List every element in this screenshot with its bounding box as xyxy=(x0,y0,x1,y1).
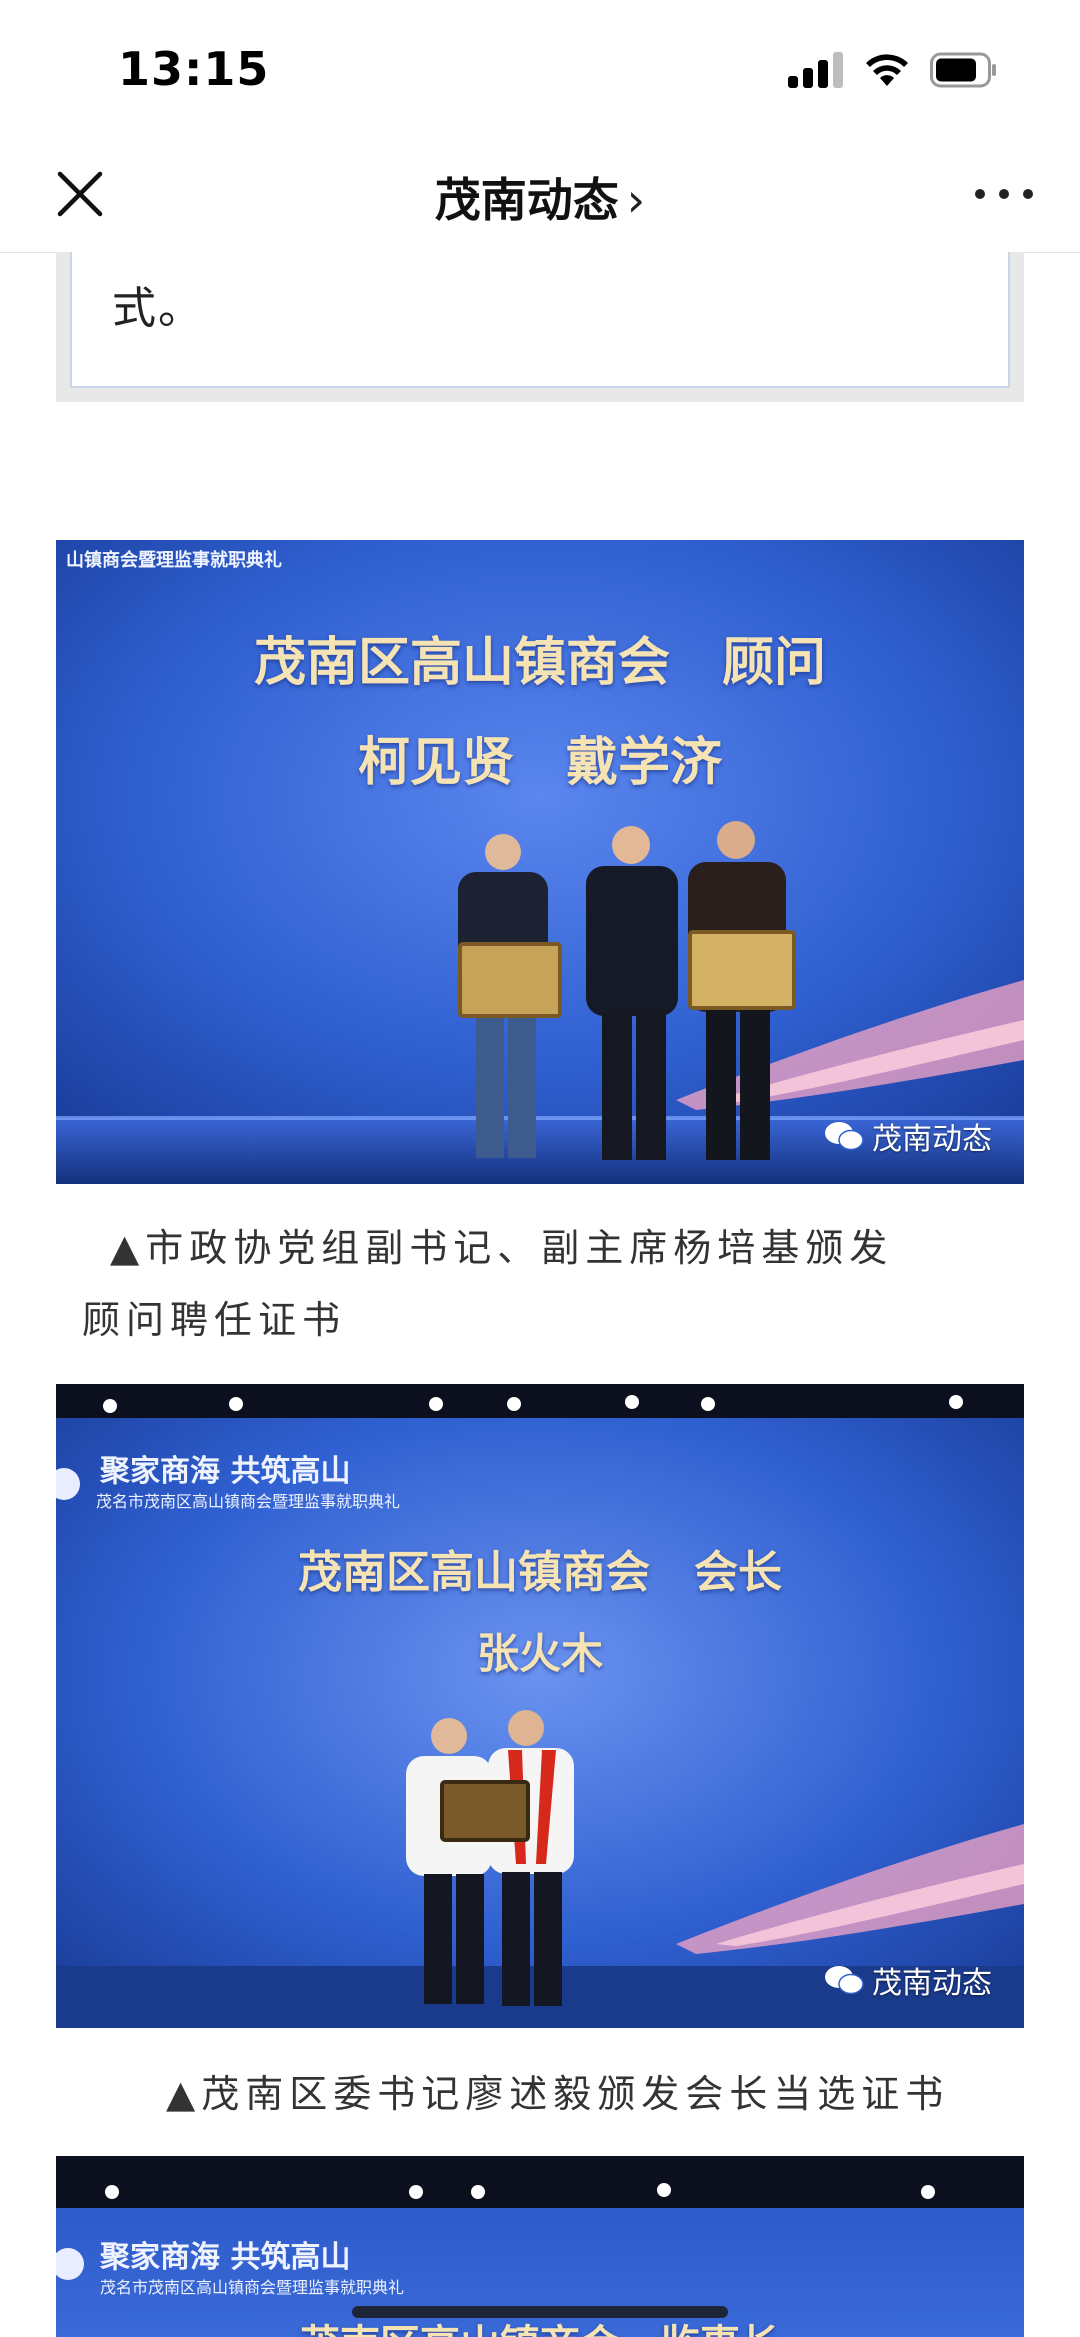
caption-2: ▲茂南区委书记廖述毅颁发会长当选证书 xyxy=(166,2072,950,2116)
watermark: 茂南动态 xyxy=(824,1114,992,1158)
wechat-icon xyxy=(825,1122,864,1151)
stage-title: 茂南区高山镇商会 顾问 xyxy=(253,632,826,693)
wifi-icon xyxy=(866,54,908,86)
photo-president-award[interactable]: 聚家商海 共筑高山 茂名市茂南区高山镇商会暨理监事就职典礼 茂南区高山镇商会 会… xyxy=(56,1384,1024,2028)
status-time: 13:15 xyxy=(118,42,270,96)
account-name[interactable]: 茂南动态 xyxy=(435,173,619,227)
battery-icon xyxy=(930,52,996,88)
banner-small-text: 茂名市茂南区高山镇商会暨理监事就职典礼 xyxy=(100,2278,405,2297)
watermark-text: 茂南动态 xyxy=(872,1122,992,1157)
stage-names: 张火木 xyxy=(476,1629,603,1678)
status-bar: 13:15 xyxy=(0,0,1080,140)
stage-names: 柯见贤 戴学济 xyxy=(357,732,722,793)
nav-bar: 茂南动态 › xyxy=(0,140,1080,253)
watermark: 茂南动态 xyxy=(824,1958,992,2002)
nav-title[interactable]: 茂南动态 › xyxy=(0,164,1080,230)
chevron-right-icon[interactable]: › xyxy=(627,173,645,227)
banner-logo-text: 聚家商海 共筑高山 xyxy=(100,1454,351,1489)
quote-text: 式。 xyxy=(112,283,204,334)
signal-icon xyxy=(788,52,848,88)
caption-1: ▲市政协党组副书记、副主席杨培基颁发 xyxy=(110,1226,894,1270)
wechat-icon xyxy=(825,1966,864,1995)
caption-1-cont: 顾问聘任证书 xyxy=(82,1298,347,1342)
home-indicator[interactable] xyxy=(352,2306,728,2318)
more-icon[interactable] xyxy=(968,162,1040,226)
photo-advisor-award[interactable]: 山镇商会暨理监事就职典礼 茂南区高山镇商会 顾问 柯见贤 戴学济 茂南动态 xyxy=(56,540,1024,1184)
watermark-text: 茂南动态 xyxy=(872,1966,992,2001)
stage-title: 茂南区高山镇商会 会长 xyxy=(298,1547,782,1598)
banner-small-text: 茂名市茂南区高山镇商会暨理监事就职典礼 xyxy=(96,1492,401,1511)
banner-logo-text: 聚家商海 共筑高山 xyxy=(100,2240,351,2275)
banner-small-text: 山镇商会暨理监事就职典礼 xyxy=(66,550,282,571)
quote-inner xyxy=(70,252,1010,388)
